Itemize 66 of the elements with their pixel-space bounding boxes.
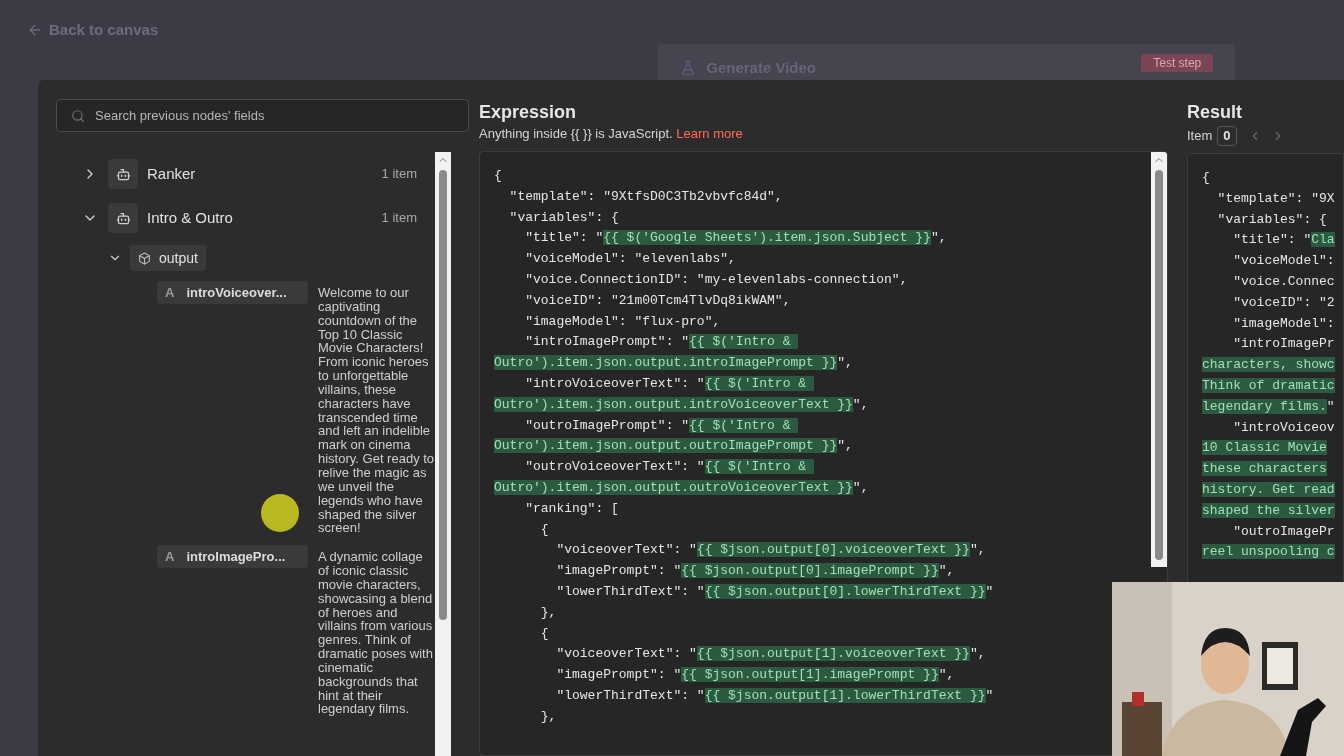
node-name[interactable]: Intro & Outro [147,206,233,230]
result-title: Result [1187,101,1243,124]
code-line: "introVoiceoverText": "{{ $('Intro & [494,373,814,395]
expression-hint: Anything inside {{ }} is JavaScript. Learn more [479,125,744,143]
scrollbar[interactable] [1151,152,1167,567]
code-line: "voiceModel": "elevenlabs", [524,250,736,269]
code-line: "variables": { [1216,210,1327,229]
output-chip[interactable]: output [130,245,206,271]
code-line: "voiceID": "21m00Tcm4TlvDq8ikWAM", [524,291,791,310]
scrollbar-thumb[interactable] [439,170,447,620]
code-line: "template": "9XtfsD0C3Tb2vbvfc84d", [508,187,783,206]
code-line: { [494,167,502,185]
field-key: introImagePro... [186,546,286,567]
code-line: Outro').item.json.output.outroImagePrompt }}", [494,437,853,456]
code-line: }, [539,707,557,726]
scrollbar[interactable] [435,152,451,756]
cube-icon [138,251,151,265]
learn-more-link[interactable]: Learn more [676,126,743,141]
type-label: A [165,283,175,302]
test-step-button[interactable]: Test step [1141,54,1214,72]
code-line: "voiceModel": [1232,252,1335,271]
item-label: Item [1187,127,1213,146]
code-line: "voice.ConnectionID": "my-elevenlabs-connection", [524,271,908,289]
code-line: { [1202,169,1210,187]
code-line: "title": "Cla [1232,231,1335,250]
code-line: "voice.Connec [1232,273,1335,291]
field-key-chip[interactable]: A introVoiceover... [157,281,308,304]
item-index-field[interactable]: 0 [1217,126,1237,146]
field-value: A dynamic collage of iconic classic movie characters, showcasing a blend of heroes and villains from various genres. Think of dramatic poses with cinematic backgrounds that hint at their legendary films. [318,548,434,717]
code-line: "ranking": [ [524,499,619,518]
field-value: Welcome to our captivating countdown of the Top 10 Classic Movie Characters! From iconic heroes to unforgettable villains, these characters have transcended time and left an indelible mark on cinema history. Get ready to relive the magic as we unveil the legends who have shaped the silver screen! [318,284,435,536]
code-line: legendary films." [1202,397,1335,416]
code-line: "template": "9X [1216,189,1335,208]
scrollbar-thumb[interactable] [1155,170,1163,560]
code-line: "outroImagePrompt": "{{ $('Intro & [494,415,799,437]
robot-icon [115,210,131,226]
search-icon [71,108,85,123]
code-line: "imageModel": [1232,314,1335,333]
code-line: "introImagePrompt": "{{ $('Intro & [494,332,799,354]
flask-icon [680,60,697,76]
code-line: Outro').item.json.output.introImagePrompt }}", [494,354,853,373]
robot-icon [115,166,131,182]
code-line: "voiceID": "2 [1232,293,1335,312]
expression-title: Expression [479,101,578,124]
node-name[interactable]: Ranker [147,162,196,186]
code-line: "introVoiceov [1232,418,1335,437]
search-input[interactable]: Search previous nodes' fields [95,105,454,126]
code-line: "variables": { [508,208,619,227]
field-key: introVoiceover... [186,282,287,303]
item-count: 1 item [381,165,417,184]
search-field[interactable]: Search previous nodes' fields [56,99,469,132]
cursor-highlight [261,494,299,532]
code-line: { [539,624,549,643]
expression-editor[interactable] [479,151,1168,756]
output-label: output [159,248,198,268]
field-key-chip[interactable]: A introImagePro... [157,545,308,569]
code-line: "imageModel": "flux-pro", [524,312,721,331]
code-line: "outroImagePr [1232,522,1335,541]
code-line: }, [539,603,557,622]
code-line: "introImagePr [1232,335,1335,354]
code-line: "lowerThirdText": "{{ $json.output[0].lowerThirdText }}" [555,582,994,601]
item-count: 1 item [381,209,417,228]
code-line: { [539,520,549,539]
code-line: "outroVoiceoverText": "{{ $('Intro & [494,457,814,478]
type-label: A [165,547,175,566]
code-line: "lowerThirdText": "{{ $json.output[1].lowerThirdText }}" [555,686,994,705]
